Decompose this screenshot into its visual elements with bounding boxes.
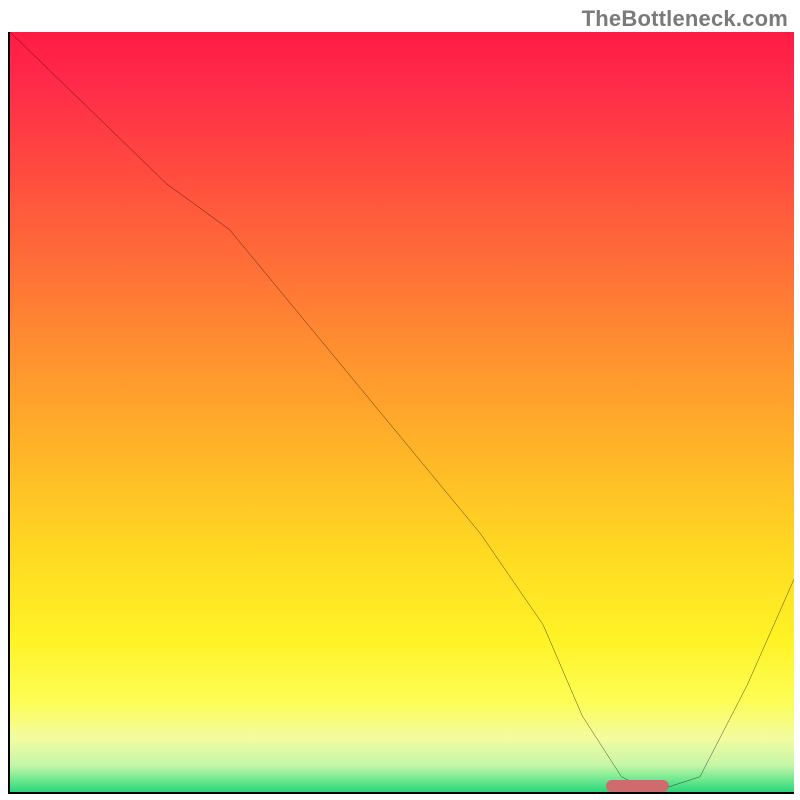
bottleneck-curve: [10, 32, 794, 792]
optimal-range-marker: [606, 780, 669, 792]
plot-area: [8, 32, 794, 794]
bottleneck-chart: TheBottleneck.com: [0, 0, 800, 800]
watermark-label: TheBottleneck.com: [582, 6, 788, 32]
